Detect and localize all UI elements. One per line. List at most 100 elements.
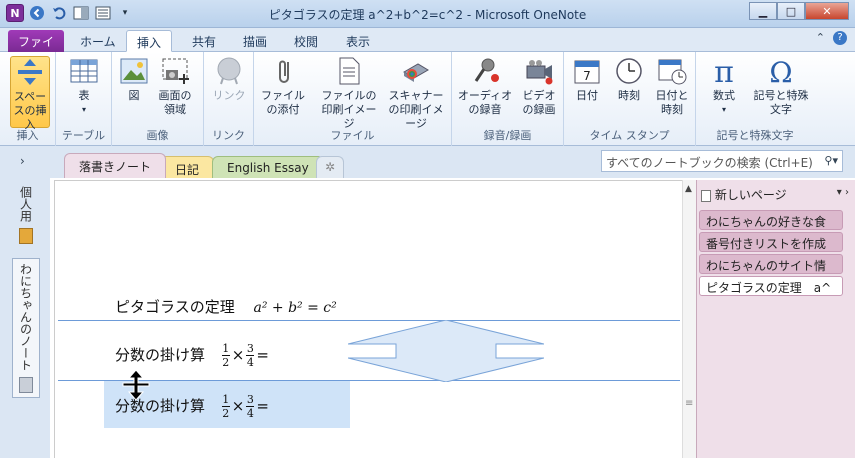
denominator: 2	[222, 356, 230, 369]
new-page-label: 新しいページ	[714, 188, 787, 202]
group-recording-label: 録音/録画	[483, 129, 532, 142]
notebook-wani[interactable]: わにちゃんのノート	[12, 258, 40, 398]
page-list-pane: 新しいページ ▾ › わにちゃんの好きな食 番号付きリストを作成 わにちゃんのサ…	[696, 180, 855, 458]
section-tab-english-essay[interactable]: English Essay	[212, 156, 324, 178]
file-printout-button[interactable]: ファイルの印刷イメージ	[318, 56, 380, 131]
denominator: 2	[222, 407, 230, 420]
svg-text:7: 7	[583, 69, 591, 83]
screen-clipping-icon	[162, 58, 189, 84]
notebook-personal-label: 個人用	[18, 186, 33, 222]
page-item[interactable]: 番号付きリストを作成	[699, 232, 843, 252]
denominator: 4	[246, 356, 254, 369]
maximize-button[interactable]: □	[777, 2, 805, 20]
omega-icon: Ω	[769, 56, 792, 86]
time-label: 時刻	[618, 89, 640, 102]
tab-insert[interactable]: 挿入	[126, 30, 173, 52]
video-record-button[interactable]: ビデオの録画	[518, 56, 560, 117]
equation-button[interactable]: π 数式 ▾	[704, 56, 744, 117]
close-button[interactable]: ✕	[805, 2, 849, 20]
tab-review[interactable]: 校閲	[284, 30, 328, 52]
new-page-icon	[701, 189, 711, 202]
group-timestamp-label: タイム スタンプ	[589, 129, 670, 142]
group-file-label: ファイル	[330, 129, 375, 142]
search-icon[interactable]: ⚲▾	[824, 154, 838, 167]
date-and-time-label: 日付と時刻	[655, 89, 689, 116]
new-section-icon[interactable]: ✲	[316, 156, 345, 178]
audio-record-label: オーディオの録音	[457, 89, 513, 116]
fraction-line-1[interactable]: 分数の掛け算 1 2 × 3 4 =	[115, 343, 269, 368]
video-record-label: ビデオの録画	[522, 89, 556, 116]
group-images: 図 画面の領域 画像	[112, 52, 204, 146]
date-and-time-button[interactable]: 日付と時刻	[652, 56, 692, 117]
pi-icon: π	[714, 56, 734, 86]
page-item[interactable]: わにちゃんのサイト情	[699, 254, 843, 274]
section-tab-nikki[interactable]: 日記	[160, 156, 215, 178]
ribbon: スペースの挿入 挿入 表 ▾ テーブル 図 画面の領域 画像 リンク リンク フ…	[0, 52, 855, 146]
table-button[interactable]: 表 ▾	[66, 56, 102, 117]
scroll-up-icon[interactable]: ▲	[685, 184, 692, 194]
search-placeholder: すべてのノートブックの検索 (Ctrl+E)	[606, 156, 813, 170]
group-timestamp: 7 日付 時刻 日付と時刻 タイム スタンプ	[564, 52, 696, 146]
calendar-icon: 7	[574, 60, 600, 84]
page-item-active[interactable]: ピタゴラスの定理 a^	[699, 276, 843, 296]
file-printout-label: ファイルの印刷イメージ	[321, 89, 377, 130]
pythagoras-text: ピタゴラスの定理	[115, 298, 235, 316]
search-input[interactable]: すべてのノートブックの検索 (Ctrl+E) ⚲▾	[601, 150, 843, 172]
group-images-label: 画像	[146, 129, 169, 142]
clock-icon	[616, 58, 642, 84]
table-label: 表	[78, 89, 90, 102]
tab-draw[interactable]: 描画	[233, 30, 277, 52]
insert-space-button[interactable]: スペースの挿入	[10, 56, 50, 131]
link-button[interactable]: リンク	[211, 56, 247, 103]
window-title: ピタゴラスの定理 a^2+b^2=c^2 - Microsoft OneNote	[268, 8, 587, 22]
new-page-button[interactable]: 新しいページ	[701, 186, 787, 203]
fraction-3-4: 34	[246, 393, 255, 419]
time-button[interactable]: 時刻	[612, 56, 646, 103]
tab-view[interactable]: 表示	[336, 30, 380, 52]
minimize-button[interactable]: ▁	[749, 2, 777, 20]
fraction-text-1: 分数の掛け算	[115, 346, 206, 364]
fraction-1-2: 12	[221, 393, 230, 420]
picture-button[interactable]: 図	[118, 56, 150, 103]
equation-label: 数式	[713, 89, 735, 102]
screen-clipping-button[interactable]: 画面の領域	[156, 56, 196, 117]
insert-space-indicator	[348, 320, 544, 382]
date-button[interactable]: 7 日付	[570, 56, 604, 103]
notebook-wani-label: わにちゃんのノート	[18, 263, 33, 371]
window-controls: ▁ □ ✕	[749, 2, 849, 20]
minimize-ribbon-icon[interactable]: ⌃	[816, 31, 825, 45]
paperclip-icon	[279, 60, 289, 83]
section-tab-rakugaki[interactable]: 落書きノート	[64, 153, 167, 178]
group-recording: オーディオの録音 ビデオの録画 録音/録画	[452, 52, 564, 146]
picture-label: 図	[128, 89, 140, 102]
file-printout-icon	[339, 57, 360, 85]
scanner-printout-button[interactable]: スキャナーの印刷イメージ	[384, 56, 448, 131]
page-list-menu-icon[interactable]: ▾ ›	[837, 187, 849, 198]
pythagoras-equation: a² + b² = c²	[253, 300, 337, 316]
link-globe-icon	[217, 57, 241, 85]
page-scrollbar[interactable]: ▲ ≡	[682, 180, 696, 458]
numerator: 3	[246, 393, 254, 406]
notebook-personal-icon	[19, 228, 33, 244]
group-symbols-label: 記号と特殊文字	[716, 129, 794, 142]
vertical-resize-cursor-icon	[122, 369, 150, 401]
symbol-button[interactable]: Ω 記号と特殊文字	[752, 56, 810, 117]
title-bar: N ▾ ピタゴラスの定理 a^2+b^2=c^2 - Microsoft One…	[0, 0, 855, 28]
equation-dropdown-icon: ▾	[721, 105, 726, 114]
tab-home[interactable]: ホーム	[70, 30, 126, 52]
expand-navigation-icon[interactable]: ›	[20, 154, 25, 168]
notebook-personal[interactable]: 個人用	[12, 182, 40, 248]
insert-space-label: スペースの挿入	[13, 90, 47, 131]
file-attachment-button[interactable]: ファイルの添付	[258, 56, 310, 117]
numerator: 1	[222, 393, 230, 406]
ribbon-right-controls: ⌃ ?	[816, 31, 847, 45]
scroll-grip-icon[interactable]: ≡	[685, 398, 693, 409]
audio-record-button[interactable]: オーディオの録音	[456, 56, 514, 117]
tab-share[interactable]: 共有	[182, 30, 226, 52]
help-icon[interactable]: ?	[833, 31, 847, 45]
page-item[interactable]: わにちゃんの好きな食	[699, 210, 843, 230]
fraction-3-4: 34	[246, 343, 255, 369]
tab-file[interactable]: ファイル	[8, 30, 64, 66]
equals-sign: =	[256, 397, 269, 415]
pythagoras-line[interactable]: ピタゴラスの定理 a² + b² = c²	[115, 296, 337, 317]
